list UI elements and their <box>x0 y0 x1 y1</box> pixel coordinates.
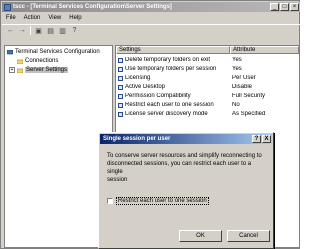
app-window: tscc - [Terminal Services Configuration\… <box>0 0 300 249</box>
setting-icon <box>118 75 123 81</box>
window-controls: _ □ × <box>270 3 299 11</box>
list-item[interactable]: Active Desktop Disable <box>116 83 299 91</box>
dialog-help-button[interactable]: ? <box>252 135 261 143</box>
setting-name: Delete temporary folders on exit <box>125 57 211 63</box>
menu-view[interactable]: View <box>48 15 61 21</box>
list-item[interactable]: Use temporary folders per session Yes <box>116 65 299 73</box>
setting-icon <box>118 66 123 72</box>
setting-value: Per User <box>232 75 256 81</box>
tree-root[interactable]: Terminal Services Configuration <box>7 48 100 56</box>
dialog-title-bar: Single session per user ? X <box>100 134 272 144</box>
setting-name: Licensing <box>125 75 151 81</box>
dialog-close-button[interactable]: X <box>262 135 271 143</box>
setting-value: Yes <box>232 57 242 63</box>
setting-icon <box>118 111 123 117</box>
setting-value: Full Security <box>232 93 266 99</box>
list-item[interactable]: Delete temporary folders on exit Yes <box>116 56 299 64</box>
setting-name: Restrict each user to one session <box>125 102 214 108</box>
setting-name: License server discovery mode <box>125 111 208 117</box>
tree-item-label: Connections <box>25 58 59 64</box>
tree-pane: Terminal Services Configuration Connecti… <box>4 45 113 248</box>
menu-action[interactable]: Action <box>24 15 41 21</box>
dialog-title: Single session per user <box>103 136 171 142</box>
window-title: tscc - [Terminal Services Configuration\… <box>13 4 172 10</box>
setting-name: Use temporary folders per session <box>125 66 217 72</box>
menu-help[interactable]: Help <box>69 15 81 21</box>
list-item[interactable]: Licensing Per User <box>116 74 299 82</box>
help-icon[interactable]: ? <box>70 26 79 35</box>
list-item[interactable]: Restrict each user to one session No <box>116 101 299 109</box>
export-list-icon[interactable]: ▥ <box>58 26 67 35</box>
tree-item-server-settings[interactable]: + Server Settings <box>9 66 69 74</box>
back-icon[interactable]: ← <box>6 26 15 35</box>
list-item[interactable]: Permission Compatibility Full Security <box>116 92 299 100</box>
setting-value: Yes <box>232 66 242 72</box>
tree-item-connections[interactable]: Connections <box>17 57 58 65</box>
setting-name: Permission Compatibility <box>125 93 191 99</box>
maximize-button[interactable]: □ <box>280 3 289 11</box>
dialog-controls: ? X <box>252 135 271 143</box>
column-header-attribute[interactable]: Attribute <box>230 46 299 54</box>
menu-file[interactable]: File <box>6 15 16 21</box>
setting-icon <box>118 84 123 90</box>
terminal-services-icon <box>7 49 13 54</box>
setting-icon <box>118 93 123 99</box>
forward-icon[interactable]: → <box>18 26 27 35</box>
close-button[interactable]: × <box>290 3 299 11</box>
setting-icon <box>118 102 123 108</box>
setting-value: Disable <box>232 84 253 90</box>
list-header: Settings Attribute <box>116 46 299 54</box>
folder-icon <box>17 68 23 73</box>
toolbar-separator <box>30 26 31 35</box>
expand-icon[interactable]: + <box>9 67 15 73</box>
title-bar: tscc - [Terminal Services Configuration\… <box>2 2 300 12</box>
up-level-icon[interactable]: ▣ <box>34 26 43 35</box>
minimize-button[interactable]: _ <box>270 3 279 11</box>
menu-bar: File Action View Help <box>2 13 300 23</box>
app-icon <box>4 3 11 11</box>
restrict-session-checkbox[interactable] <box>107 198 113 204</box>
toolbar: ← → ▣ ▤ ▥ ? <box>2 24 300 36</box>
single-session-dialog: Single session per user ? X To conserve … <box>98 132 274 249</box>
setting-name: Active Desktop <box>125 84 166 90</box>
folder-icon <box>17 59 23 64</box>
setting-value: No <box>232 102 240 108</box>
setting-icon <box>118 57 123 63</box>
cancel-button[interactable]: Cancel <box>227 230 270 242</box>
list-item[interactable]: License server discovery mode As Specifi… <box>116 110 299 118</box>
setting-value: As Specified <box>232 111 266 117</box>
ok-button[interactable]: OK <box>179 230 222 242</box>
restrict-session-checkbox-row[interactable]: Restrict each user to one session <box>107 197 209 205</box>
dialog-description: To conserve server resources and simplif… <box>107 153 262 183</box>
properties-icon[interactable]: ▤ <box>46 26 55 35</box>
tree-item-label: Server Settings <box>25 67 69 73</box>
column-header-settings[interactable]: Settings <box>116 46 230 54</box>
tree-root-label: Terminal Services Configuration <box>15 49 100 55</box>
checkbox-label[interactable]: Restrict each user to one session <box>116 197 209 205</box>
